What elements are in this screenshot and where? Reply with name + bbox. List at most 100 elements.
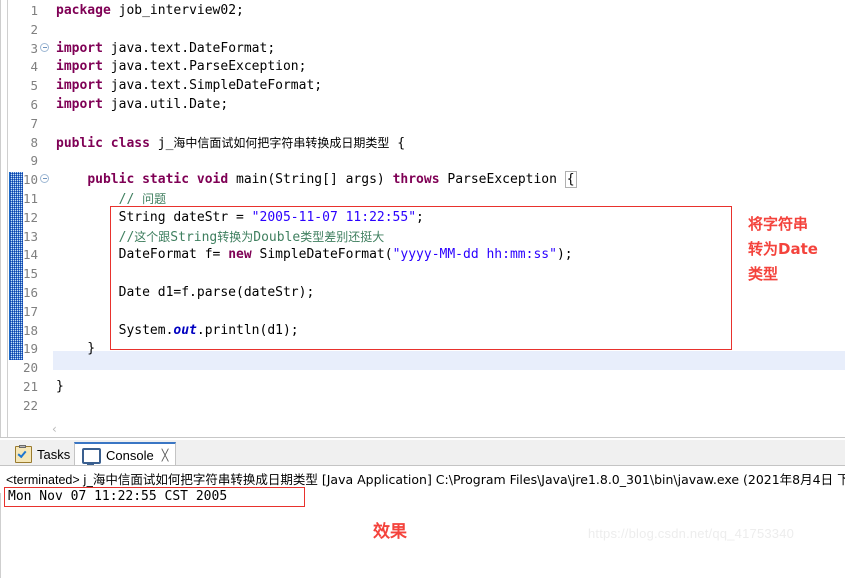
code-annotation-note: 将字符串转为Date 类型	[748, 212, 843, 287]
line-number: 22	[22, 397, 38, 413]
code-token: 转换为	[217, 229, 254, 244]
code-line[interactable]: }	[56, 340, 95, 359]
code-token: 问题	[142, 192, 167, 206]
annotation-note-line: 转为Date	[748, 240, 818, 258]
code-token: ParseException	[447, 172, 565, 188]
code-token: }	[56, 379, 64, 394]
code-line[interactable]: import java.text.DateFormat;	[56, 40, 275, 59]
annotation-note-line: 将字符串	[748, 215, 809, 233]
watermark-text: https://blog.csdn.net/qq_41753340	[588, 526, 795, 541]
line-number: 11	[22, 191, 38, 206]
code-token: ;	[416, 209, 424, 225]
annotation-note-line: 类型	[748, 265, 779, 283]
code-line[interactable]: import java.text.SimpleDateFormat;	[56, 77, 322, 96]
tab-tasks[interactable]: Tasks	[8, 442, 78, 466]
code-token: "yyyy-MM-dd hh:mm:ss"	[392, 247, 557, 263]
code-line[interactable]: String dateStr = "2005-11-07 11:22:55";	[56, 209, 424, 228]
code-token: Double	[253, 229, 301, 245]
code-token: import	[56, 40, 111, 56]
code-line[interactable]: Date d1=f.parse(dateStr);	[56, 284, 315, 303]
code-token: );	[556, 247, 573, 263]
code-token: "2005-11-07 11:22:55"	[251, 209, 417, 225]
line-number: 13	[22, 228, 38, 244]
code-token: 类型差别还挺大	[300, 229, 385, 244]
console-output-text: Mon Nov 07 11:22:55 CST 2005	[8, 489, 228, 504]
line-number: 6	[30, 97, 38, 112]
code-token: .println(d1);	[196, 322, 299, 338]
line-number: 14	[22, 247, 38, 263]
code-line[interactable]: //这个跟String转换为Double类型差别还挺大	[56, 228, 385, 247]
code-token: throws	[392, 172, 448, 188]
code-token: String dateStr =	[56, 209, 252, 225]
code-text-layer[interactable]: package job_interview02;import java.text…	[56, 0, 845, 420]
scroll-left-chevron-icon[interactable]: ‹	[52, 422, 57, 436]
code-token: java.text.ParseException;	[110, 59, 307, 75]
line-number: 8	[30, 134, 38, 150]
code-line[interactable]: import java.util.Date;	[56, 96, 228, 115]
code-line[interactable]: }	[56, 378, 64, 397]
code-token: public class	[56, 135, 158, 151]
code-token: package	[56, 3, 119, 18]
console-status-rest: [Java Application] C:\Program Files\Java…	[317, 472, 845, 487]
code-token: DateFormat f=	[56, 247, 229, 263]
code-token: public static void	[87, 172, 237, 188]
line-number: 19	[22, 341, 38, 357]
clipboard-icon	[15, 444, 32, 463]
code-editor[interactable]: 1 2 3 4 5 6 7 8 9 10 11 12 13 14 15 16 17 18 19 20 21 22 pack…	[0, 0, 845, 438]
editor-horizontal-scrollbar[interactable]	[8, 420, 837, 438]
line-number-gutter[interactable]: 1 2 3 4 5 6 7 8 9 10 11 12 13 14 15 16 17 18 19 20 21 22	[8, 0, 52, 438]
code-token: import	[56, 78, 111, 94]
line-number: 7	[30, 115, 38, 131]
console-status-program: j_海中信面试如何把字符串转换成日期类型	[83, 472, 318, 487]
gutter-separator	[52, 0, 53, 438]
code-token: 海中信面试如何把字符串转换成日期类型	[173, 135, 390, 150]
line-number: 21	[22, 379, 38, 394]
code-token: job_interview02;	[118, 3, 244, 18]
code-token: main(String[] args)	[236, 172, 393, 188]
editor-bottom-border	[0, 437, 845, 438]
code-token: //	[118, 229, 135, 245]
code-token: new	[228, 247, 260, 263]
code-token: java.util.Date;	[110, 97, 229, 112]
code-line[interactable]: // 问题	[56, 190, 167, 209]
line-number: 20	[22, 360, 38, 376]
fold-collapse-icon[interactable]	[39, 40, 50, 59]
code-line[interactable]: package job_interview02;	[56, 2, 244, 21]
code-token: //	[118, 192, 143, 207]
code-token: j_	[157, 135, 174, 151]
tab-console[interactable]: Console ╳	[74, 442, 177, 466]
code-token: System.	[56, 322, 174, 338]
fold-collapse-icon[interactable]	[39, 171, 50, 190]
code-token: SimpleDateFormat(	[259, 247, 393, 263]
code-line[interactable]: DateFormat f= new SimpleDateFormat("yyyy…	[56, 246, 573, 265]
line-number: 18	[22, 322, 38, 338]
close-icon[interactable]: ╳	[162, 449, 169, 462]
code-line[interactable]: public static void main(String[] args) t…	[56, 171, 577, 190]
code-token: }	[56, 341, 96, 357]
line-number: 2	[30, 21, 38, 37]
code-token: out	[173, 322, 197, 338]
line-number: 16	[22, 285, 38, 300]
line-number: 4	[30, 59, 38, 75]
console-left-border	[0, 493, 1, 578]
line-number: 15	[22, 266, 38, 282]
tab-tasks-label: Tasks	[37, 446, 71, 462]
monitor-icon	[82, 448, 101, 466]
code-token: {	[564, 171, 577, 189]
code-token: import	[56, 59, 111, 75]
line-number: 17	[22, 303, 38, 319]
code-line[interactable]: System.out.println(d1);	[56, 322, 299, 341]
console-status-terminated: <terminated>	[6, 473, 84, 487]
code-line[interactable]: import java.text.ParseException;	[56, 58, 306, 77]
line-number: 9	[30, 153, 38, 169]
line-number: 10	[22, 172, 38, 188]
code-token: {	[389, 135, 406, 151]
code-token: java.text.SimpleDateFormat;	[110, 78, 323, 94]
code-token: String	[170, 229, 218, 245]
line-number: 5	[30, 78, 38, 94]
code-line[interactable]: public class j_海中信面试如何把字符串转换成日期类型 {	[56, 134, 405, 153]
code-token: java.text.DateFormat;	[110, 40, 276, 56]
